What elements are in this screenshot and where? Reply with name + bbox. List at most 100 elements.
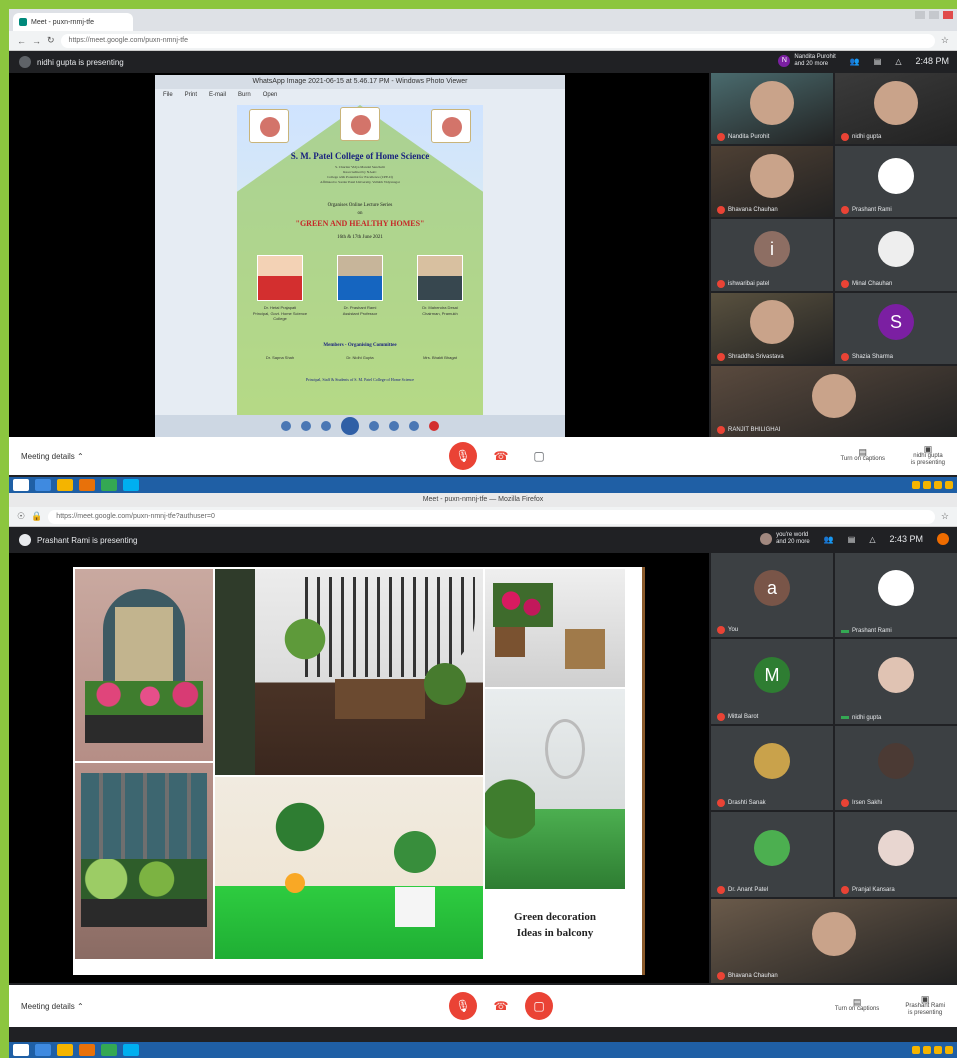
- participant-tile[interactable]: RANJIT BHILIGHAI: [711, 365, 957, 437]
- participant-name-row: ishwaribai patel: [717, 279, 769, 288]
- speaker-3-role: Chairman, Pramukh: [422, 311, 458, 316]
- participant-tile[interactable]: nidhi gupta: [835, 639, 957, 724]
- start-icon[interactable]: [13, 1044, 29, 1056]
- delete-icon[interactable]: [429, 421, 439, 431]
- tray-icon[interactable]: [934, 481, 942, 489]
- participant-tile[interactable]: Drashti Sanak: [711, 725, 833, 811]
- captions-button[interactable]: ▤ Turn on captions: [835, 998, 879, 1013]
- participant-tile[interactable]: Irsen Sakhi: [835, 725, 957, 811]
- participant-tile[interactable]: Bhavana Chauhan: [711, 898, 957, 983]
- skype-icon[interactable]: [123, 479, 139, 491]
- tray-icon[interactable]: [934, 1046, 942, 1054]
- flyer-college-name: S. M. Patel College of Home Science: [290, 151, 430, 161]
- participant-name-row: Bhavana Chauhan: [717, 972, 778, 980]
- activities-icon[interactable]: △: [895, 57, 901, 66]
- menu-burn[interactable]: Burn: [238, 92, 251, 98]
- participant-name: RANJIT BHILIGHAI: [728, 426, 781, 433]
- camera-icon[interactable]: ▢: [525, 442, 553, 470]
- tray-icon[interactable]: [912, 481, 920, 489]
- actual-size-icon[interactable]: [301, 421, 311, 431]
- forward-icon[interactable]: →: [32, 36, 41, 46]
- presenting-text: nidhi gupta is presenting: [37, 57, 124, 67]
- mic-status-icon: [717, 799, 725, 808]
- url-field[interactable]: https://meet.google.com/puxn-nmnj-tfe: [60, 33, 935, 48]
- back-icon[interactable]: ←: [17, 36, 26, 46]
- menu-open[interactable]: Open: [263, 92, 278, 98]
- close-icon[interactable]: [943, 11, 953, 19]
- lock-icon[interactable]: 🔒: [31, 511, 42, 522]
- participant-tile[interactable]: Minal Chauhan: [835, 219, 957, 291]
- system-tray: [912, 481, 953, 489]
- chat-icon[interactable]: ▤: [848, 535, 856, 544]
- firefox-icon[interactable]: [79, 1044, 95, 1056]
- participant-tile[interactable]: Shraddha Srivastava: [711, 292, 833, 364]
- next-icon[interactable]: [369, 421, 379, 431]
- chrome-icon[interactable]: [101, 479, 117, 491]
- participants-chip[interactable]: you're world and 20 more: [760, 532, 810, 546]
- star-icon[interactable]: ☆: [941, 35, 949, 46]
- reload-icon[interactable]: ↻: [47, 35, 55, 46]
- captions-button[interactable]: ▤ Turn on captions: [840, 448, 884, 463]
- participant-tile[interactable]: Dr. Anant Patel: [711, 812, 833, 897]
- participant-tile[interactable]: Bhavana Chauhan: [711, 146, 833, 218]
- tray-icon[interactable]: [945, 1046, 953, 1054]
- ie-icon[interactable]: [35, 1044, 51, 1056]
- folder-icon[interactable]: [57, 479, 73, 491]
- participant-tile[interactable]: a You: [711, 553, 833, 638]
- tray-icon[interactable]: [912, 1046, 920, 1054]
- participant-tile[interactable]: Prashant Rami: [835, 553, 957, 638]
- participant-tile[interactable]: Nandita Purohit: [711, 73, 833, 145]
- minimize-icon[interactable]: [915, 11, 925, 19]
- menu-file[interactable]: File: [163, 92, 173, 98]
- people-icon[interactable]: 👥: [850, 57, 860, 66]
- tray-icon[interactable]: [923, 1046, 931, 1054]
- participant-name-row: nidhi gupta: [841, 715, 881, 721]
- participant-name: You: [728, 627, 739, 634]
- rotate-left-icon[interactable]: [389, 421, 399, 431]
- meeting-details-button[interactable]: Meeting details ⌃: [21, 452, 84, 461]
- menu-email[interactable]: E-mail: [209, 92, 226, 98]
- mic-off-icon[interactable]: 🎙: [449, 992, 477, 1020]
- folder-icon[interactable]: [57, 1044, 73, 1056]
- previous-icon[interactable]: [321, 421, 331, 431]
- end-call-icon[interactable]: ☎: [487, 442, 515, 470]
- end-call-icon[interactable]: ☎: [487, 992, 515, 1020]
- participants-chip[interactable]: N Nandita Purohit and 20 more: [778, 54, 836, 68]
- participant-tile[interactable]: S Shazia Sharma: [835, 292, 957, 364]
- star-icon[interactable]: ☆: [941, 511, 949, 522]
- shield-icon[interactable]: ☉: [17, 511, 25, 522]
- tray-icon[interactable]: [923, 481, 931, 489]
- participant-tile[interactable]: Pranjal Kansara: [835, 812, 957, 897]
- mic-status-icon: [717, 279, 725, 288]
- participant-tile[interactable]: M Mittal Barot: [711, 639, 833, 724]
- browser-tab[interactable]: Meet - puxn-rnmj-tfe: [13, 13, 133, 31]
- participant-name: Prashant Rami: [852, 628, 892, 635]
- menu-print[interactable]: Print: [185, 92, 197, 98]
- chat-icon[interactable]: ▤: [874, 57, 882, 66]
- meeting-details-button[interactable]: Meeting details ⌃: [21, 1002, 84, 1011]
- chrome-icon[interactable]: [101, 1044, 117, 1056]
- zoom-icon[interactable]: [281, 421, 291, 431]
- account-avatar[interactable]: [937, 533, 949, 545]
- start-icon[interactable]: [13, 479, 29, 491]
- presenting-button[interactable]: ▣ nidhi gupta is presenting: [911, 444, 945, 467]
- speaker-photo-3: [417, 255, 463, 301]
- mic-off-icon[interactable]: 🎙: [449, 442, 477, 470]
- college-logo-center: [340, 107, 380, 141]
- people-icon[interactable]: 👥: [824, 535, 834, 544]
- participant-tile[interactable]: Prashant Rami: [835, 146, 957, 218]
- presenting-button[interactable]: ▣ Prashant Rami is presenting: [905, 994, 945, 1017]
- firefox-icon[interactable]: [79, 479, 95, 491]
- participant-tile[interactable]: nidhi gupta: [835, 73, 957, 145]
- activities-icon[interactable]: △: [869, 535, 875, 544]
- url-field[interactable]: https://meet.google.com/puxn-nmnj-tfe?au…: [48, 509, 935, 524]
- slideshow-icon[interactable]: [341, 417, 359, 435]
- rotate-right-icon[interactable]: [409, 421, 419, 431]
- maximize-icon[interactable]: [929, 11, 939, 19]
- participant-name-row: Prashant Rami: [841, 628, 892, 634]
- skype-icon[interactable]: [123, 1044, 139, 1056]
- tray-icon[interactable]: [945, 481, 953, 489]
- ie-icon[interactable]: [35, 479, 51, 491]
- camera-off-icon[interactable]: ▢: [525, 992, 553, 1020]
- participant-tile[interactable]: i ishwaribai patel: [711, 219, 833, 291]
